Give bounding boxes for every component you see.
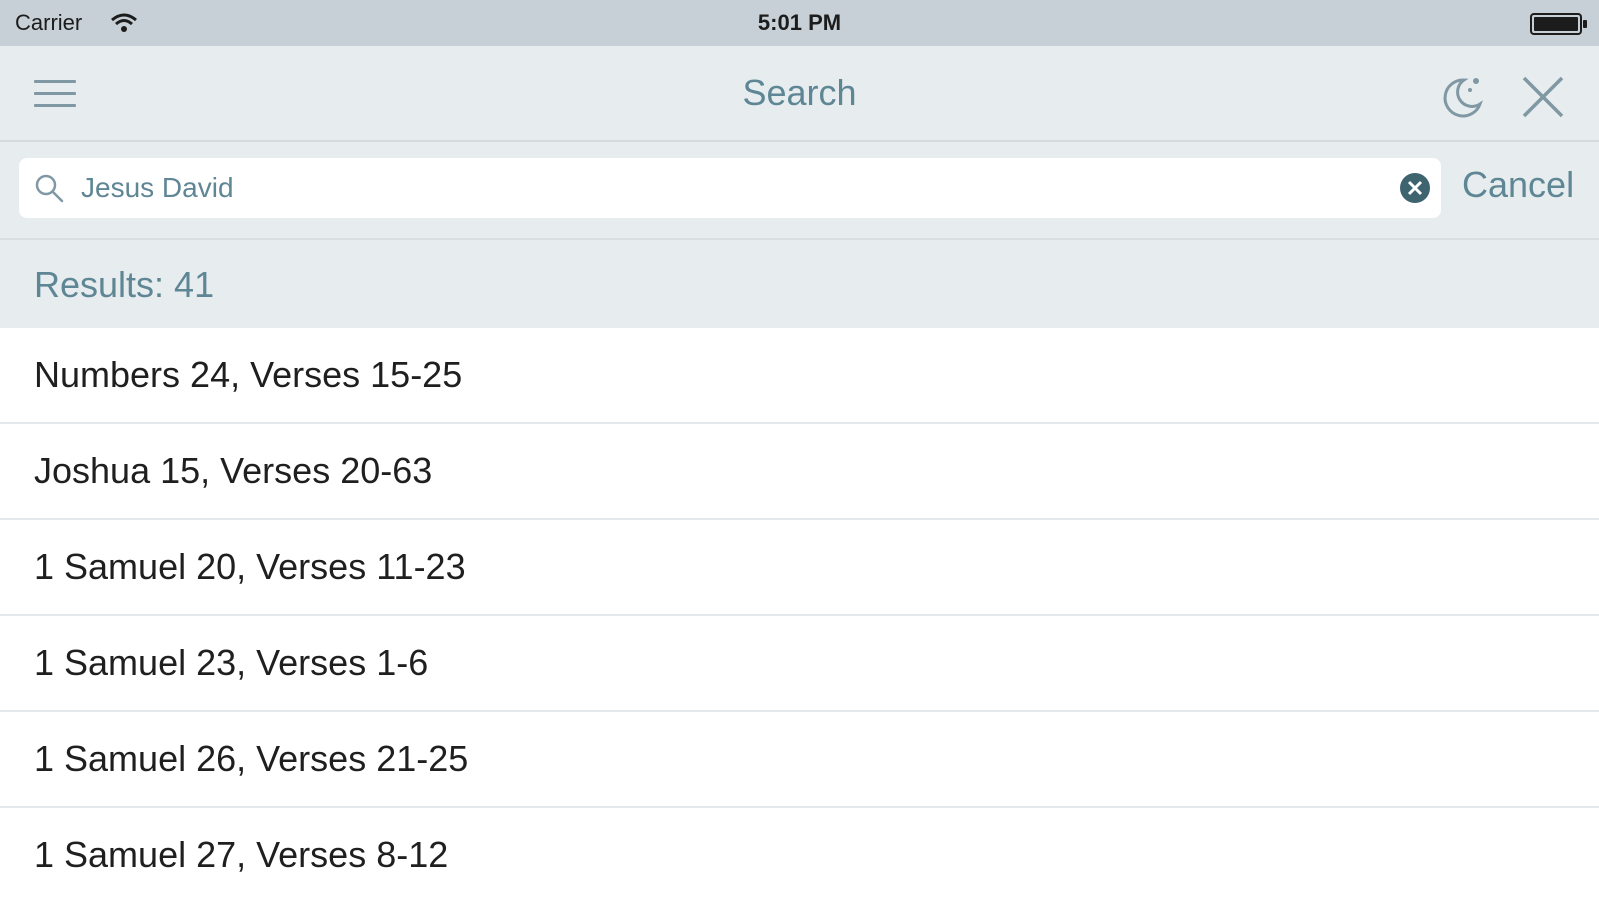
list-item-label: Numbers 24, Verses 15-25 bbox=[34, 354, 463, 395]
search-screen: Carrier 5:01 PM Search Jesus David Cance… bbox=[0, 0, 1599, 900]
close-icon bbox=[1522, 76, 1564, 118]
list-item-label: Joshua 15, Verses 20-63 bbox=[34, 450, 433, 491]
list-item-label: 1 Samuel 26, Verses 21-25 bbox=[34, 738, 469, 779]
cancel-button[interactable]: Cancel bbox=[1462, 164, 1574, 206]
status-bar: Carrier 5:01 PM bbox=[0, 0, 1599, 46]
search-bar: Cancel bbox=[0, 142, 1599, 240]
page-title: Search bbox=[742, 72, 857, 113]
search-field[interactable] bbox=[19, 158, 1441, 218]
results-list: Numbers 24, Verses 15-25 Joshua 15, Vers… bbox=[0, 328, 1599, 900]
nav-bar: Search bbox=[0, 46, 1599, 142]
list-item[interactable]: 1 Samuel 27, Verses 8-12 bbox=[0, 808, 1599, 900]
clear-search-button[interactable] bbox=[1399, 172, 1431, 204]
list-item-label: 1 Samuel 27, Verses 8-12 bbox=[34, 834, 449, 875]
list-item-label: 1 Samuel 20, Verses 11-23 bbox=[34, 546, 466, 587]
list-item[interactable]: Joshua 15, Verses 20-63 bbox=[0, 424, 1599, 520]
night-mode-icon bbox=[1443, 78, 1483, 118]
list-item[interactable]: Numbers 24, Verses 15-25 bbox=[0, 328, 1599, 424]
clock: 5:01 PM bbox=[757, 10, 842, 35]
results-count: Results: 41 bbox=[34, 264, 215, 305]
clear-icon bbox=[1400, 173, 1430, 203]
results-header: Results: 41 bbox=[0, 240, 1599, 328]
list-item[interactable]: 1 Samuel 26, Verses 21-25 bbox=[0, 712, 1599, 808]
battery-icon bbox=[1530, 13, 1587, 35]
list-item[interactable]: 1 Samuel 23, Verses 1-6 bbox=[0, 616, 1599, 712]
search-icon bbox=[35, 174, 64, 203]
night-mode-button[interactable] bbox=[1436, 72, 1486, 122]
search-input[interactable] bbox=[81, 158, 1381, 218]
list-item[interactable]: 1 Samuel 20, Verses 11-23 bbox=[0, 520, 1599, 616]
list-item-label: 1 Samuel 23, Verses 1-6 bbox=[34, 642, 429, 683]
close-button[interactable] bbox=[1518, 72, 1568, 122]
